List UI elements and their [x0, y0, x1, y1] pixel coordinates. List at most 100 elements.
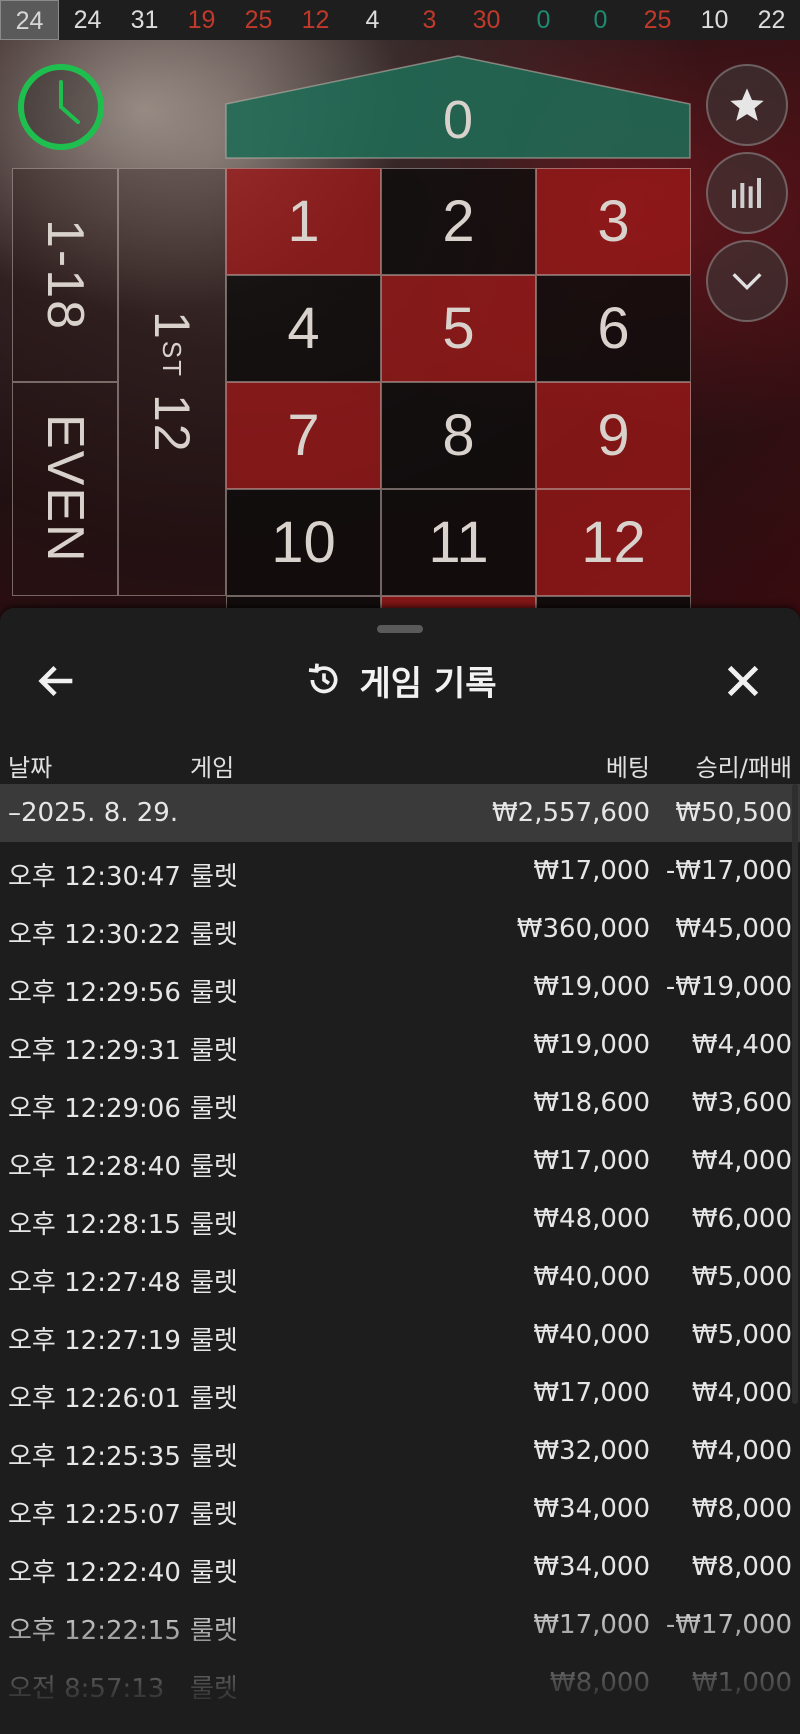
- dozen-label: 1ST 12: [144, 310, 200, 454]
- history-row[interactable]: 오전 8:57:13 룰렛 ₩8,000 ₩1,000: [0, 1654, 800, 1712]
- history-row[interactable]: 오후 12:27:48 룰렛 ₩40,000 ₩5,000: [0, 1248, 800, 1306]
- result-item: 25: [643, 6, 672, 34]
- row-bet: ₩19,000: [533, 972, 650, 1002]
- col-winloss: 승리/패배: [695, 754, 792, 782]
- row-game: 룰렛: [190, 1210, 238, 1240]
- scrollbar[interactable]: [792, 784, 798, 1404]
- history-row[interactable]: 오후 12:22:15 룰렛 ₩17,000 -₩17,000: [0, 1596, 800, 1654]
- row-time: 오후 12:29:06: [8, 1094, 181, 1124]
- row-bet: ₩17,000: [533, 856, 650, 886]
- clock-icon: [18, 64, 104, 150]
- number-cell-11[interactable]: 11: [381, 489, 536, 596]
- number-cell-12[interactable]: 12: [536, 489, 691, 596]
- history-row[interactable]: 오후 12:29:06 룰렛 ₩18,600 ₩3,600: [0, 1074, 800, 1132]
- row-winloss: ₩6,000: [691, 1204, 792, 1234]
- stats-icon: [732, 178, 761, 208]
- current-result: 24: [0, 0, 59, 40]
- row-bet: ₩19,000: [533, 1030, 650, 1060]
- history-row[interactable]: 오후 12:27:19 룰렛 ₩40,000 ₩5,000: [0, 1306, 800, 1364]
- sheet-header: 게임 기록: [0, 652, 800, 708]
- sheet-title: 게임 기록: [359, 663, 497, 704]
- history-icon: [308, 663, 337, 694]
- number-cell-10[interactable]: 10: [226, 489, 381, 596]
- favorites-button[interactable]: [706, 64, 788, 146]
- column-headers: 날짜 게임 베팅 승리/패배: [0, 738, 800, 788]
- row-game: 룰렛: [190, 1558, 238, 1588]
- row-bet: ₩34,000: [533, 1494, 650, 1524]
- history-row[interactable]: 오후 12:26:01 룰렛 ₩17,000 ₩4,000: [0, 1364, 800, 1422]
- row-time: 오후 12:22:40: [8, 1558, 181, 1588]
- row-time: 오후 12:27:48: [8, 1268, 181, 1298]
- bet-even[interactable]: EVEN: [12, 382, 118, 596]
- row-bet: ₩8,000: [549, 1668, 650, 1698]
- close-icon[interactable]: [720, 658, 766, 704]
- result-item: 3: [422, 6, 437, 34]
- result-item: 10: [700, 6, 729, 34]
- statistics-button[interactable]: [706, 152, 788, 234]
- number-cell-8[interactable]: 8: [381, 382, 536, 489]
- row-bet: ₩17,000: [533, 1378, 650, 1408]
- number-cell-7[interactable]: 7: [226, 382, 381, 489]
- number-cell-9[interactable]: 9: [536, 382, 691, 489]
- row-time: 오후 12:30:22: [8, 920, 181, 950]
- date-group-row[interactable]: –2025. 8. 29. ₩2,557,600 ₩50,500: [0, 784, 800, 842]
- result-item: 24: [73, 6, 102, 34]
- row-winloss: ₩4,000: [691, 1146, 792, 1176]
- history-row[interactable]: 오후 12:22:40 룰렛 ₩34,000 ₩8,000: [0, 1538, 800, 1596]
- row-time: 오후 12:22:15: [8, 1616, 181, 1646]
- result-item: 4: [365, 6, 380, 34]
- history-row[interactable]: 오후 12:30:22 룰렛 ₩360,000 ₩45,000: [0, 900, 800, 958]
- history-row[interactable]: 오후 12:25:35 룰렛 ₩32,000 ₩4,000: [0, 1422, 800, 1480]
- result-item: 31: [130, 6, 159, 34]
- result-item: 0: [536, 6, 551, 34]
- roulette-game-area: 0 1 2 3 4 5 6 7 8 9 10 11 12 1-18 EVEN 1ST 12: [0, 40, 800, 620]
- group-winloss-total: ₩50,500: [675, 798, 792, 828]
- row-game: 룰렛: [190, 920, 238, 950]
- row-winloss: ₩4,000: [691, 1378, 792, 1408]
- group-bet-total: ₩2,557,600: [491, 798, 650, 828]
- row-winloss: ₩1,000: [691, 1668, 792, 1698]
- row-game: 룰렛: [190, 1036, 238, 1066]
- row-bet: ₩17,000: [533, 1146, 650, 1176]
- row-bet: ₩40,000: [533, 1320, 650, 1350]
- row-winloss: ₩45,000: [675, 914, 792, 944]
- number-cell-2[interactable]: 2: [381, 168, 536, 275]
- history-row[interactable]: 오후 12:29:31 룰렛 ₩19,000 ₩4,400: [0, 1016, 800, 1074]
- result-item: 30: [472, 6, 501, 34]
- row-time: 오후 12:30:47: [8, 862, 181, 892]
- number-cell-4[interactable]: 4: [226, 275, 381, 382]
- history-row[interactable]: 오후 12:29:56 룰렛 ₩19,000 -₩19,000: [0, 958, 800, 1016]
- bet-first-dozen[interactable]: 1ST 12: [118, 168, 226, 596]
- low-label: 1-18: [36, 218, 94, 332]
- result-item: 22: [757, 6, 786, 34]
- history-row[interactable]: 오후 12:28:40 룰렛 ₩17,000 ₩4,000: [0, 1132, 800, 1190]
- row-winloss: ₩4,000: [691, 1436, 792, 1466]
- group-date: –2025. 8. 29.: [8, 798, 179, 828]
- number-cell-1[interactable]: 1: [226, 168, 381, 275]
- recent-results-strip: 24 24 31 19 25 12 4 3 30 0 0 25 10 22: [0, 0, 800, 40]
- col-bet: 베팅: [605, 754, 650, 782]
- zero-label: 0: [443, 90, 473, 150]
- history-row[interactable]: 오후 12:25:07 룰렛 ₩34,000 ₩8,000: [0, 1480, 800, 1538]
- number-cell-6[interactable]: 6: [536, 275, 691, 382]
- number-cell-3[interactable]: 3: [536, 168, 691, 275]
- row-time: 오전 8:57:13: [8, 1674, 165, 1704]
- row-time: 오후 12:29:31: [8, 1036, 181, 1066]
- row-winloss: ₩4,400: [691, 1030, 792, 1060]
- even-label: EVEN: [36, 414, 94, 564]
- row-winloss: ₩8,000: [691, 1552, 792, 1582]
- history-row[interactable]: 오후 12:30:47 룰렛 ₩17,000 -₩17,000: [0, 842, 800, 900]
- star-icon: [730, 88, 764, 121]
- row-bet: ₩18,600: [533, 1088, 650, 1118]
- drag-handle[interactable]: [377, 625, 423, 633]
- number-cell-5[interactable]: 5: [381, 275, 536, 382]
- history-row[interactable]: 오후 12:28:15 룰렛 ₩48,000 ₩6,000: [0, 1190, 800, 1248]
- bet-1-18[interactable]: 1-18: [12, 168, 118, 382]
- row-time: 오후 12:28:15: [8, 1210, 181, 1240]
- row-winloss: -₩19,000: [665, 972, 792, 1002]
- chevron-down-icon: [732, 273, 762, 291]
- result-item: 0: [593, 6, 608, 34]
- collapse-button[interactable]: [706, 240, 788, 322]
- result-item: 19: [187, 6, 216, 34]
- row-bet: ₩360,000: [516, 914, 650, 944]
